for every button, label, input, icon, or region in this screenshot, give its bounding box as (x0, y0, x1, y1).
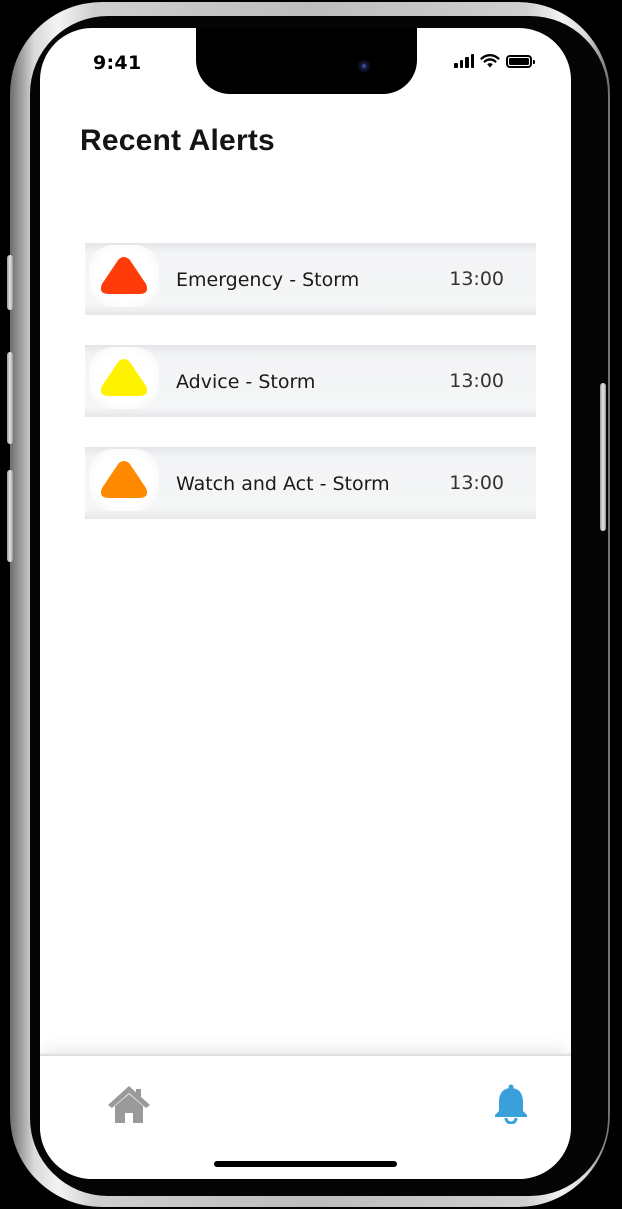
action-button (7, 255, 13, 310)
battery-icon (506, 54, 535, 68)
cellular-signal-icon (454, 54, 474, 68)
warning-triangle-icon (100, 257, 148, 294)
volume-down-button (7, 470, 13, 562)
alert-item-emergency[interactable]: Emergency - Storm 13:00 (85, 243, 536, 315)
tab-home[interactable] (108, 1086, 150, 1124)
alert-label: Advice - Storm (176, 371, 316, 393)
alert-time: 13:00 (449, 472, 504, 494)
alert-time: 13:00 (449, 370, 504, 392)
power-button (600, 383, 606, 531)
front-camera (358, 60, 370, 72)
alert-item-advice[interactable]: Advice - Storm 13:00 (85, 345, 536, 417)
app-screen: 9:41 Recent Alerts Emergency - Storm 13:… (40, 28, 571, 1179)
warning-triangle-icon (100, 359, 148, 396)
alert-icon-container (89, 347, 159, 409)
home-indicator[interactable] (214, 1161, 397, 1167)
alerts-list: Emergency - Storm 13:00 Advice - Storm 1… (85, 243, 536, 549)
status-icons (454, 54, 535, 68)
alert-icon-container (89, 449, 159, 511)
warning-triangle-icon (100, 461, 148, 498)
alert-label: Watch and Act - Storm (176, 473, 390, 495)
volume-up-button (7, 352, 13, 444)
home-icon (108, 1086, 150, 1123)
bell-icon (495, 1084, 527, 1125)
alert-icon-container (89, 245, 159, 307)
status-time: 9:41 (93, 52, 142, 74)
notch (196, 28, 417, 94)
tab-alerts[interactable] (494, 1084, 528, 1125)
page-title: Recent Alerts (80, 124, 275, 157)
alert-time: 13:00 (449, 268, 504, 290)
alert-item-watch-and-act[interactable]: Watch and Act - Storm 13:00 (85, 447, 536, 519)
wifi-icon (480, 54, 500, 68)
alert-label: Emergency - Storm (176, 269, 360, 291)
